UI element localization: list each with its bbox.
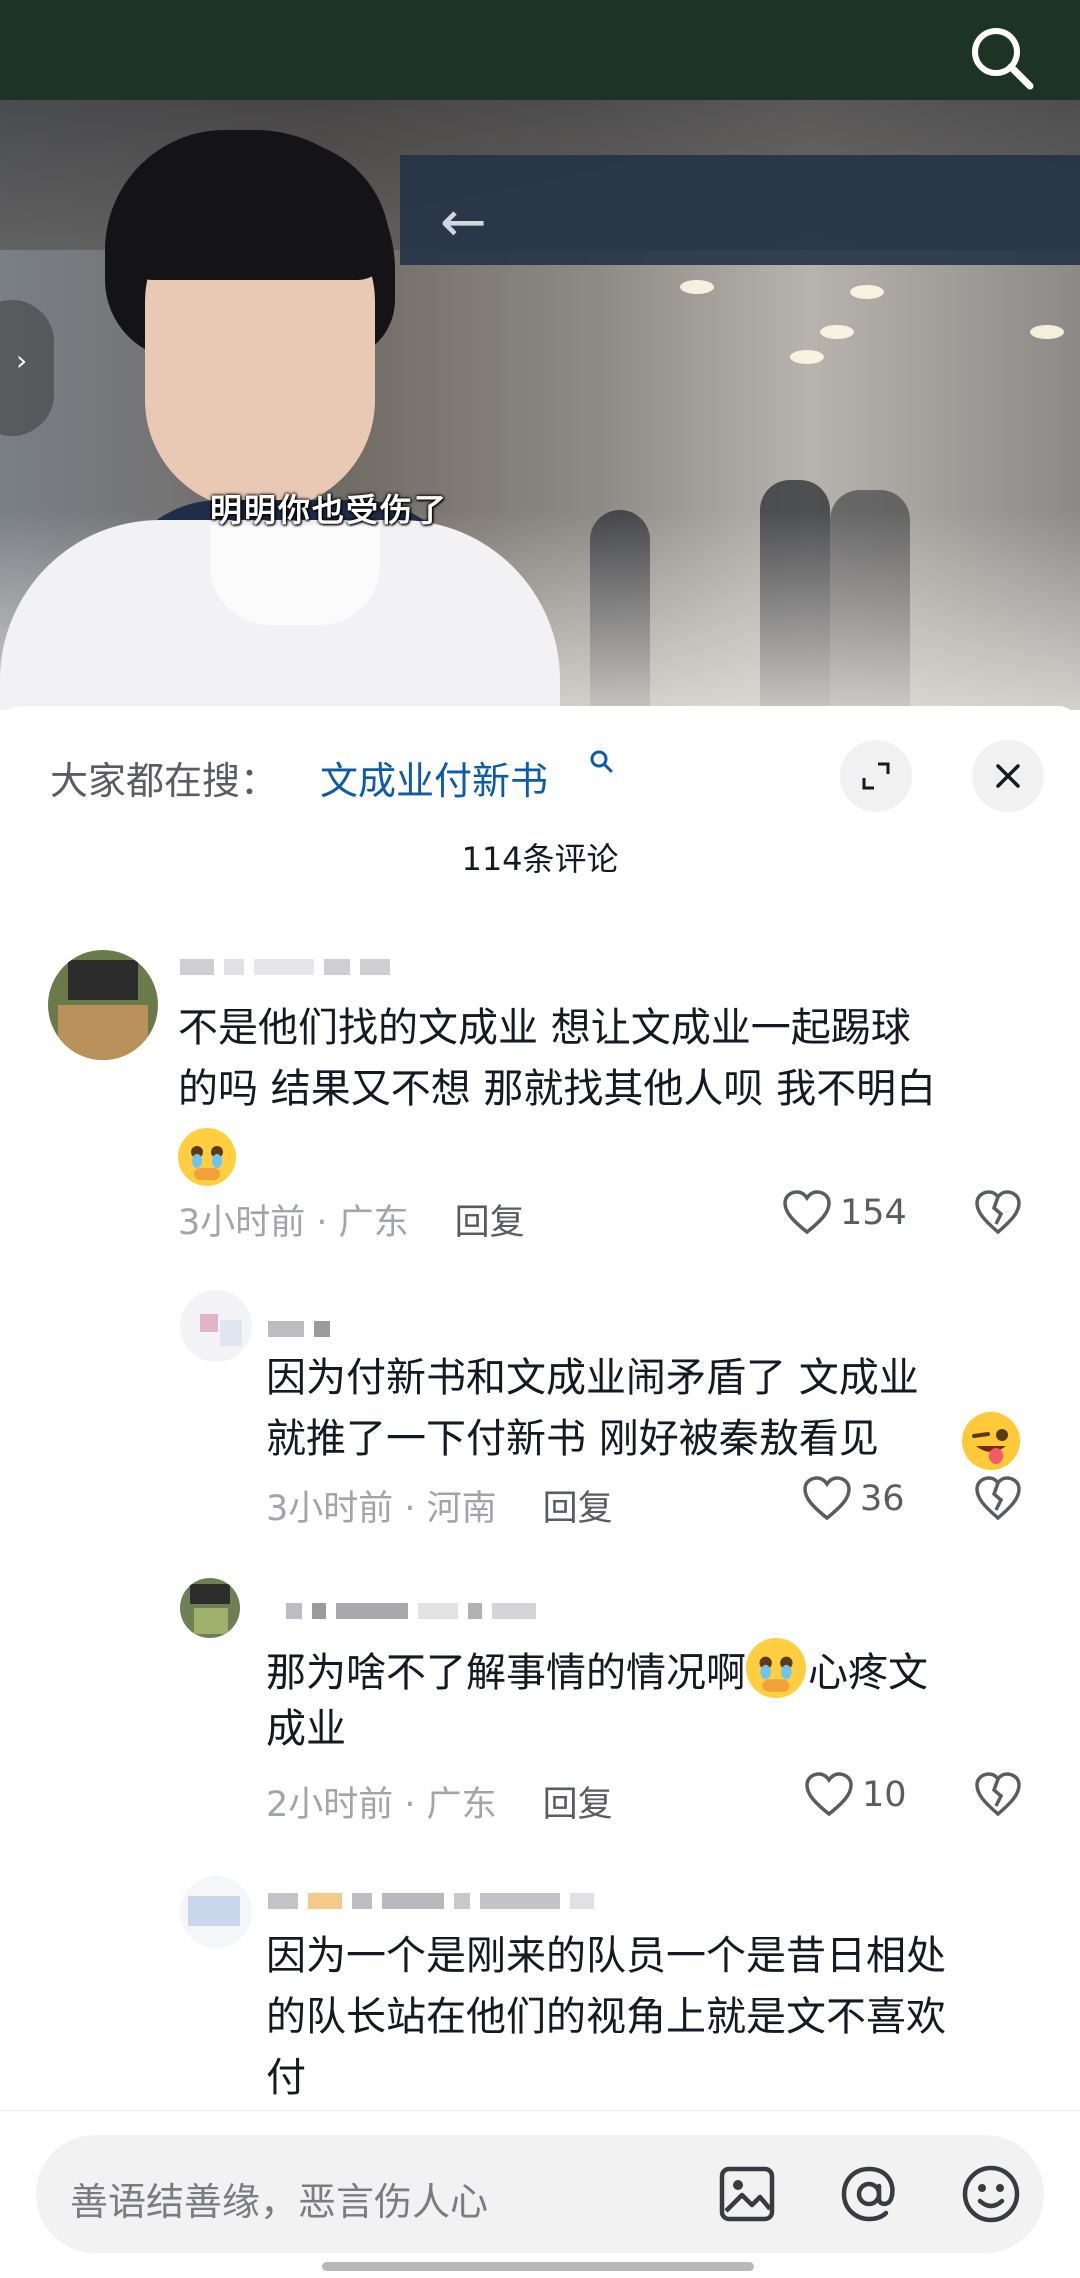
at-sign-icon bbox=[841, 2166, 895, 2222]
dislike-icon[interactable] bbox=[974, 1476, 1022, 1522]
username-blurred[interactable] bbox=[180, 956, 400, 980]
search-small-icon bbox=[590, 750, 613, 773]
like-count: 36 bbox=[860, 1479, 905, 1519]
expand-button[interactable] bbox=[840, 740, 912, 812]
emoji-picker-button[interactable] bbox=[952, 2155, 1030, 2233]
image-icon bbox=[719, 2166, 775, 2222]
reply-button[interactable]: 回复 bbox=[543, 1785, 613, 1825]
comment-text-line: 付 bbox=[266, 2055, 306, 2101]
reply-button[interactable]: 回复 bbox=[455, 1203, 525, 1243]
comment-text-line: 因为付新书和文成业闹矛盾了 文成业 bbox=[266, 1355, 919, 1401]
comment-time-location: 3小时前 · 广东 bbox=[178, 1203, 409, 1243]
comment-input[interactable]: 善语结善缘，恶言伤人心 bbox=[36, 2135, 1044, 2253]
close-button[interactable] bbox=[972, 740, 1044, 812]
avatar[interactable] bbox=[180, 1578, 240, 1638]
comment-meta: 3小时前 · 广东 回复 bbox=[178, 1194, 525, 1245]
reply-item: 因为付新书和文成业闹矛盾了 文成业 就推了一下付新书 刚好被秦敖看见 3小时前 … bbox=[0, 1290, 1080, 1530]
crying-face-emoji bbox=[746, 1638, 808, 1704]
comment-text-line: 不是他们找的文成业 想让文成业一起踢球 bbox=[178, 1005, 911, 1051]
reply-button[interactable]: 回复 bbox=[543, 1489, 613, 1529]
crying-face-emoji bbox=[178, 1128, 236, 1186]
heart-icon bbox=[783, 1190, 831, 1235]
like-button[interactable]: 10 bbox=[804, 1772, 907, 1818]
comment-text-line: 成业 bbox=[266, 1706, 346, 1752]
side-panel-toggle[interactable]: › bbox=[0, 300, 54, 436]
video-player[interactable]: ← › 明明你也受伤了 bbox=[0, 100, 1080, 710]
reply-item: 那为啥不了解事情的情况啊 心疼文 成业 2小时前 · 广东 回复 10 bbox=[0, 1578, 1080, 1825]
dislike-icon[interactable] bbox=[974, 1190, 1022, 1236]
direction-sign bbox=[400, 155, 1080, 265]
close-icon bbox=[996, 764, 1020, 788]
video-subtitle: 明明你也受伤了 bbox=[210, 491, 449, 529]
smiley-icon bbox=[962, 2165, 1020, 2223]
arrow-left-icon: ← bbox=[440, 190, 487, 255]
username-blurred[interactable] bbox=[268, 1318, 340, 1342]
hot-search-term-link[interactable]: 文成业付新书 bbox=[320, 750, 548, 805]
username-blurred[interactable] bbox=[286, 1600, 546, 1624]
top-bar bbox=[0, 0, 1080, 100]
comment-count: 114条评论 bbox=[461, 840, 619, 878]
comment-input-placeholder: 善语结善缘，恶言伤人心 bbox=[70, 2180, 489, 2224]
username-blurred[interactable] bbox=[268, 1890, 604, 1914]
avatar[interactable] bbox=[48, 950, 158, 1060]
like-count: 10 bbox=[862, 1775, 907, 1815]
comment-time-location: 3小时前 · 河南 bbox=[266, 1489, 497, 1529]
comment-meta: 2小时前 · 广东 回复 bbox=[266, 1776, 613, 1827]
heart-icon bbox=[803, 1476, 851, 1521]
mention-button[interactable] bbox=[830, 2155, 908, 2233]
comment-time-location: 2小时前 · 广东 bbox=[266, 1785, 497, 1825]
chevron-right-icon: › bbox=[16, 344, 28, 377]
expand-icon bbox=[862, 762, 890, 790]
comment-text-line: 就推了一下付新书 刚好被秦敖看见 bbox=[266, 1416, 879, 1462]
home-indicator[interactable] bbox=[322, 2262, 754, 2271]
comment-meta: 3小时前 · 河南 回复 bbox=[266, 1480, 613, 1531]
image-picker-button[interactable] bbox=[708, 2155, 786, 2233]
hot-search-label: 大家都在搜： bbox=[50, 759, 279, 803]
reply-item: 因为一个是刚来的队员一个是昔日相处 的队长站在他们的视角上就是文不喜欢 付 bbox=[0, 1876, 1080, 2106]
avatar[interactable] bbox=[180, 1290, 252, 1362]
comment-text-line: 那为啥不了解事情的情况啊 心疼文 bbox=[266, 1638, 928, 1704]
like-button[interactable]: 36 bbox=[802, 1476, 905, 1522]
comment-text-line: 因为一个是刚来的队员一个是昔日相处 bbox=[266, 1933, 946, 1979]
comment-sheet-header: 大家都在搜： 文成业付新书 bbox=[0, 706, 1080, 816]
comment-text-line: 的吗 结果又不想 那就找其他人呗 我不明白 bbox=[178, 1066, 937, 1112]
avatar[interactable] bbox=[180, 1876, 252, 1948]
like-button[interactable]: 154 bbox=[782, 1190, 907, 1236]
comment-item: 不是他们找的文成业 想让文成业一起踢球 的吗 结果又不想 那就找其他人呗 我不明… bbox=[0, 950, 1080, 1250]
comment-input-bar: 善语结善缘，恶言伤人心 bbox=[0, 2110, 1080, 2278]
heart-icon bbox=[805, 1772, 853, 1817]
comment-text-line: 的队长站在他们的视角上就是文不喜欢 bbox=[266, 1994, 946, 2040]
like-count: 154 bbox=[840, 1193, 907, 1233]
dislike-icon[interactable] bbox=[974, 1772, 1022, 1818]
search-icon[interactable] bbox=[966, 22, 1036, 92]
winking-tongue-emoji bbox=[962, 1412, 1020, 1470]
